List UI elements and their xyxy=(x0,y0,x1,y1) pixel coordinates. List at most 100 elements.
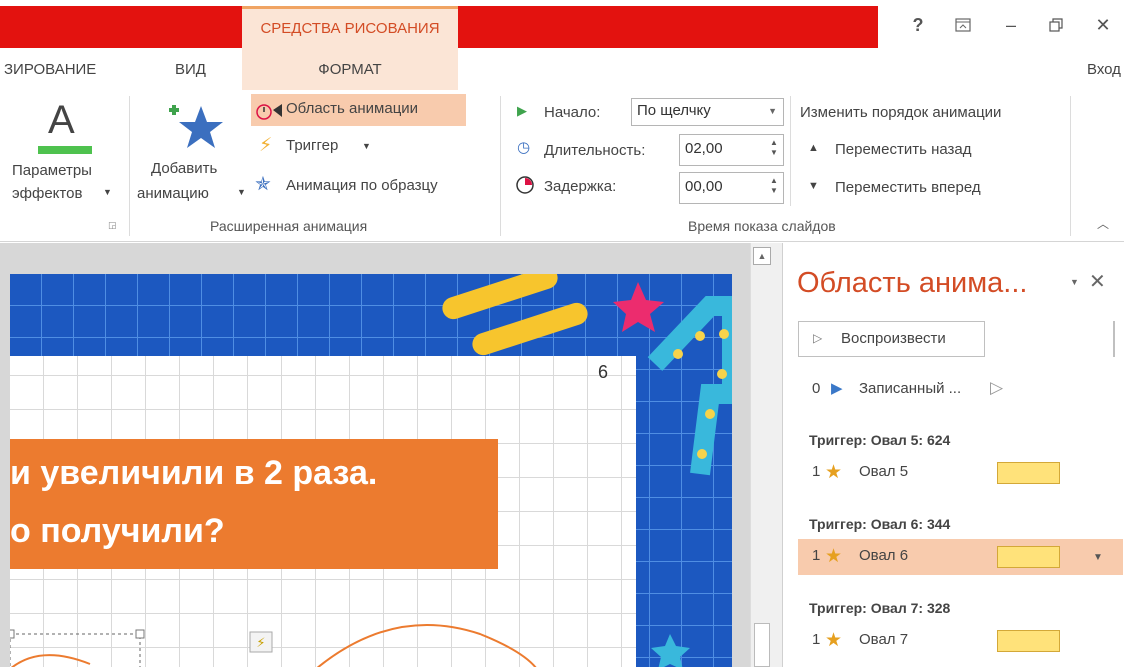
sign-in-link[interactable]: Вход xyxy=(1087,48,1121,90)
animation-pane-button[interactable]: Область анимации xyxy=(251,94,466,126)
trigger-button[interactable]: ⚡ Триггер ▼ xyxy=(251,130,381,162)
close-button[interactable]: ✕ xyxy=(1088,10,1118,40)
animation-item[interactable]: 1 ★ Овал 5 xyxy=(798,455,1123,491)
move-earlier-button[interactable]: ▲ Переместить назад xyxy=(800,136,1040,164)
duration-field[interactable]: 02,00 ▲ ▼ xyxy=(679,134,784,166)
slide-canvas[interactable]: ⚡ 6 и увеличили в 2 раза. о получили? xyxy=(10,274,732,667)
effect-underline xyxy=(38,146,92,154)
recorded-label: Записанный ... xyxy=(859,380,962,397)
delay-spinner[interactable]: ▲ ▼ xyxy=(765,173,783,199)
recorded-row[interactable]: 0 ▶ Записанный ... ▷ xyxy=(798,373,1098,403)
entrance-star-icon: ★ xyxy=(825,462,843,483)
pane-close-icon[interactable]: ✕ xyxy=(1089,269,1106,294)
pane-reorder-edge xyxy=(1113,321,1115,357)
reorder-title: Изменить порядок анимации xyxy=(800,104,1002,121)
help-button[interactable]: ? xyxy=(903,10,933,40)
animation-item[interactable]: 1 ★ Овал 7 xyxy=(798,623,1123,659)
animation-item-name: Овал 5 xyxy=(859,463,909,480)
group-label-timing: Время показа слайдов xyxy=(688,218,836,234)
triangle-up-icon: ▲ xyxy=(808,142,819,154)
entrance-star-icon: ★ xyxy=(825,630,843,651)
animation-painter-button[interactable]: ✯ Анимация по образцу xyxy=(251,170,491,202)
animation-item-name: Овал 6 xyxy=(859,547,909,564)
add-star-icon xyxy=(169,105,223,148)
delay-field[interactable]: 00,00 ▲ ▼ xyxy=(679,172,784,204)
trigger-header: Триггер: Овал 7: 328 xyxy=(809,600,951,616)
play-label: Воспроизвести xyxy=(841,330,946,347)
svg-text:⚡: ⚡ xyxy=(256,636,265,651)
drawing-tools-context-tab[interactable]: СРЕДСТВА РИСОВАНИЯ xyxy=(242,6,458,48)
ribbon-display-options-button[interactable] xyxy=(948,10,978,40)
start-select[interactable]: По щелчку ▼ xyxy=(631,98,784,126)
timeline-bar[interactable] xyxy=(997,462,1060,484)
vertical-scrollbar[interactable]: ▲ xyxy=(750,243,782,667)
duration-label: Длительность: xyxy=(544,142,646,159)
animation-item-selected[interactable]: 1 ★ Овал 6 ▼ xyxy=(798,539,1123,575)
chevron-down-icon: ▼ xyxy=(768,106,777,116)
media-arrow-icon: ▷ xyxy=(990,378,1004,397)
animation-painter-label: Анимация по образцу xyxy=(286,177,438,194)
duration-value: 02,00 xyxy=(685,140,723,157)
timeline-bar[interactable] xyxy=(997,546,1060,568)
start-select-value: По щелчку xyxy=(637,102,711,119)
trigger-header: Триггер: Овал 5: 624 xyxy=(809,432,951,448)
pane-options-icon[interactable]: ▼ xyxy=(1070,277,1079,287)
effect-options-button[interactable]: A Параметры эффектов ▼ xyxy=(8,94,122,212)
add-animation-label-2: анимацию xyxy=(137,185,209,202)
scroll-up-arrow[interactable]: ▲ xyxy=(753,247,771,265)
slide-text-line-1[interactable]: и увеличили в 2 раза. xyxy=(10,454,377,493)
animation-item-name: Овал 7 xyxy=(859,631,909,648)
add-animation-label-1: Добавить xyxy=(151,160,218,177)
slide-editing-area: ⚡ 6 и увеличили в 2 раза. о получили? xyxy=(0,243,782,667)
collapse-ribbon-icon[interactable]: ︿ xyxy=(1097,215,1109,232)
dialog-launcher-icon[interactable]: ◲ xyxy=(108,220,117,231)
move-later-label: Переместить вперед xyxy=(835,179,981,196)
animation-pane: Область анима... ▼ ✕ ▷ Воспроизвести 0 ▶… xyxy=(782,243,1124,667)
effect-options-label-1: Параметры xyxy=(12,162,92,179)
ribbon-animations: A Параметры эффектов ▼ ◲ Добавить анимац… xyxy=(0,90,1124,242)
animation-item-number: 1 xyxy=(812,547,821,564)
delay-icon xyxy=(515,175,535,199)
play-blue-icon: ▶ xyxy=(831,380,843,397)
item-dropdown-icon[interactable]: ▼ xyxy=(1093,552,1103,563)
trigger-header: Триггер: Овал 6: 344 xyxy=(809,516,951,532)
delay-label: Задержка: xyxy=(544,178,617,195)
effect-options-label-2: эффектов xyxy=(12,185,83,202)
timeline-bar[interactable] xyxy=(997,630,1060,652)
restore-icon xyxy=(1049,18,1063,32)
animation-pane-title: Область анима... xyxy=(797,267,1028,299)
dropdown-arrow-icon: ▼ xyxy=(362,141,371,151)
group-separator xyxy=(500,96,501,236)
animation-pane-icon xyxy=(256,104,282,120)
play-outline-icon: ▷ xyxy=(813,331,823,345)
tab-animations[interactable]: ЗИРОВАНИЕ xyxy=(4,48,96,90)
animation-item-number: 1 xyxy=(812,631,821,648)
slide-page-number: 6 xyxy=(598,362,609,382)
group-label-advanced-animation: Расширенная анимация xyxy=(210,218,368,234)
restore-button[interactable] xyxy=(1041,10,1071,40)
lightning-icon: ⚡ xyxy=(259,135,273,156)
recorded-number: 0 xyxy=(812,380,821,397)
add-animation-button[interactable]: Добавить анимацию ▼ xyxy=(135,94,247,212)
tab-format[interactable]: ФОРМАТ xyxy=(242,48,458,90)
painter-star-icon: ✯ xyxy=(255,174,271,195)
effect-letter-icon: A xyxy=(48,98,75,142)
move-earlier-label: Переместить назад xyxy=(835,141,972,158)
trigger-label: Триггер xyxy=(286,137,339,154)
ribbon-display-icon xyxy=(955,18,971,32)
group-separator xyxy=(1070,96,1071,236)
duration-spinner[interactable]: ▲ ▼ xyxy=(765,135,783,161)
clock-icon: ◷ xyxy=(517,139,531,156)
animation-pane-label: Область анимации xyxy=(286,100,419,117)
move-later-button[interactable]: ▼ Переместить вперед xyxy=(800,174,1040,202)
delay-value: 00,00 xyxy=(685,178,723,195)
minimize-button[interactable]: – xyxy=(996,10,1026,40)
group-separator xyxy=(790,96,791,206)
tab-view[interactable]: ВИД xyxy=(175,48,206,90)
slide-text-line-2[interactable]: о получили? xyxy=(10,512,225,551)
play-selected-button[interactable]: ▷ Воспроизвести xyxy=(798,321,985,357)
entrance-star-icon: ★ xyxy=(825,546,843,567)
animation-item-number: 1 xyxy=(812,463,821,480)
triangle-down-icon: ▼ xyxy=(808,180,819,192)
scroll-thumb[interactable] xyxy=(754,623,770,667)
